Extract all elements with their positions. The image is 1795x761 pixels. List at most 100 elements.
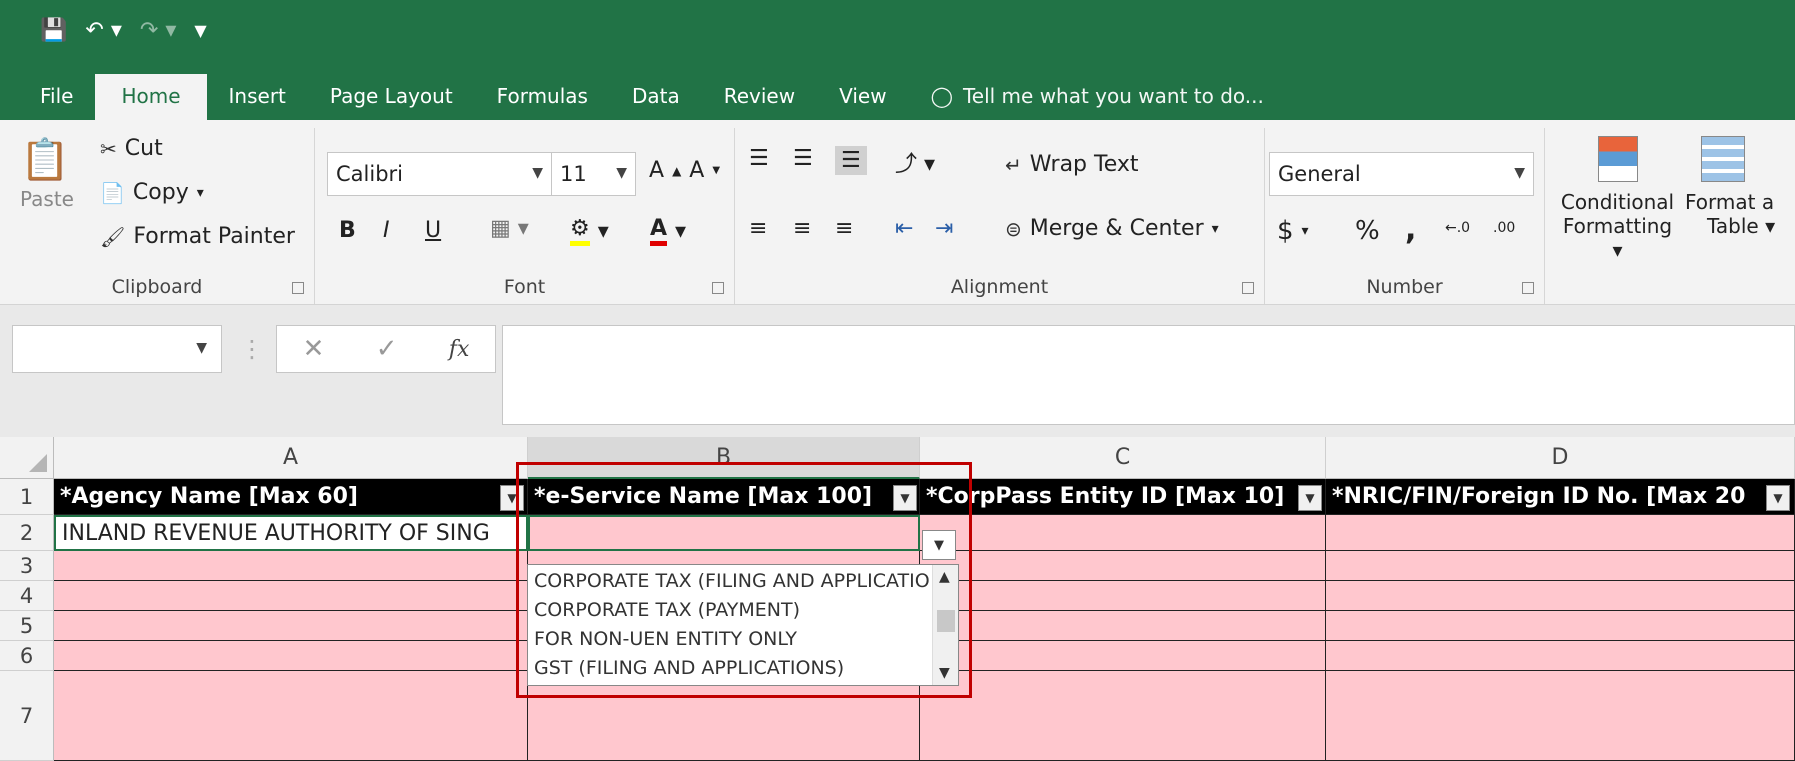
decrease-indent-icon[interactable]: ⇤: [895, 216, 913, 241]
font-size-buttons[interactable]: A ▲ A ▼: [649, 158, 720, 183]
highlight-callout-box: [516, 462, 972, 698]
percent-button[interactable]: %: [1355, 216, 1380, 246]
cancel-icon[interactable]: ✕: [303, 334, 325, 364]
cell-d2[interactable]: [1326, 515, 1795, 551]
comma-button[interactable]: ,: [1405, 212, 1416, 247]
cell-c5[interactable]: [920, 611, 1326, 641]
cell-c6[interactable]: [920, 641, 1326, 671]
formula-input[interactable]: [502, 325, 1795, 425]
underline-button[interactable]: U: [425, 218, 441, 243]
number-format-combo[interactable]: General ▼: [1269, 152, 1534, 196]
font-family-combo[interactable]: Calibri ▼: [327, 152, 552, 196]
tab-review[interactable]: Review: [702, 70, 817, 120]
tab-data[interactable]: Data: [610, 70, 702, 120]
align-middle-icon[interactable]: ☰: [793, 146, 813, 171]
italic-button[interactable]: I: [383, 218, 390, 243]
number-launcher-icon[interactable]: [1522, 282, 1534, 294]
cell-a6[interactable]: [54, 641, 528, 671]
decrease-decimal-icon[interactable]: .00: [1493, 220, 1515, 236]
paste-icon: 📋: [20, 137, 70, 183]
tab-formulas[interactable]: Formulas: [475, 70, 610, 120]
align-top-icon[interactable]: ☰: [749, 146, 769, 171]
undo-icon[interactable]: ↶ ▾: [85, 18, 121, 43]
column-header-a[interactable]: A: [54, 437, 528, 479]
tab-view[interactable]: View: [817, 70, 908, 120]
row-header-1[interactable]: 1: [0, 479, 54, 515]
merge-icon: ⊜: [1005, 216, 1022, 241]
conditional-formatting-icon: [1597, 136, 1638, 182]
row-header-5[interactable]: 5: [0, 611, 54, 641]
row-header-6[interactable]: 6: [0, 641, 54, 671]
filter-dropdown-icon[interactable]: ▼: [1298, 485, 1322, 511]
cell-a5[interactable]: [54, 611, 528, 641]
align-bottom-icon[interactable]: ☰: [835, 146, 867, 175]
filter-dropdown-icon[interactable]: ▼: [1766, 485, 1790, 511]
row-header-2[interactable]: 2: [0, 515, 54, 551]
copy-label: Copy: [132, 180, 189, 205]
wrap-text-button[interactable]: ↵ Wrap Text: [1005, 152, 1139, 177]
column-header-d[interactable]: D: [1326, 437, 1795, 479]
scissors-icon: ✂: [100, 136, 117, 161]
name-box[interactable]: ▼: [12, 325, 222, 373]
tell-me-box[interactable]: ◯ Tell me what you want to do...: [909, 70, 1286, 120]
formula-buttons: ✕ ✓ fx: [276, 325, 496, 373]
increase-decimal-icon[interactable]: ←.0: [1445, 220, 1470, 236]
cell-d7[interactable]: [1326, 671, 1795, 761]
align-right-icon[interactable]: ≡: [835, 216, 853, 241]
currency-button[interactable]: $ ▾: [1277, 216, 1309, 246]
cell-c3[interactable]: [920, 551, 1326, 581]
tab-file[interactable]: File: [0, 70, 95, 120]
tab-page-layout[interactable]: Page Layout: [308, 70, 475, 120]
cell-a3[interactable]: [54, 551, 528, 581]
insert-function-icon[interactable]: fx: [449, 337, 470, 362]
cell-a7[interactable]: [54, 671, 528, 761]
formula-bar-splitter[interactable]: ⋮: [240, 335, 264, 363]
bold-button[interactable]: B: [339, 218, 356, 243]
borders-icon[interactable]: ▦ ▾: [490, 216, 529, 241]
header-cell-d1[interactable]: *NRIC/FIN/Foreign ID No. [Max 20: [1326, 479, 1795, 515]
align-left-icon[interactable]: ≡: [749, 216, 767, 241]
font-size-combo[interactable]: 11 ▼: [551, 152, 636, 196]
increase-indent-icon[interactable]: ⇥: [935, 216, 953, 241]
save-icon[interactable]: 💾: [40, 18, 67, 43]
row-header-7[interactable]: 7: [0, 671, 54, 761]
clipboard-launcher-icon[interactable]: [292, 282, 304, 294]
cell-d5[interactable]: [1326, 611, 1795, 641]
customize-qat-icon[interactable]: ▼: [194, 21, 206, 40]
cell-a2[interactable]: INLAND REVENUE AUTHORITY OF SING: [54, 515, 528, 551]
row-header-3[interactable]: 3: [0, 551, 54, 581]
alignment-launcher-icon[interactable]: [1242, 282, 1254, 294]
conditional-formatting-button[interactable]: Conditional Formatting ▾: [1555, 136, 1680, 262]
fill-color-icon[interactable]: ⚙ ▾: [570, 216, 609, 246]
header-cell-a1[interactable]: *Agency Name [Max 60]: [54, 479, 528, 515]
format-as-table-button[interactable]: Format a Table ▾: [1685, 136, 1795, 238]
cut-label: Cut: [124, 136, 163, 161]
merge-center-button[interactable]: ⊜ Merge & Center ▾: [1005, 216, 1219, 241]
header-cell-c1[interactable]: *CorpPass Entity ID [Max 10]: [920, 479, 1326, 515]
cell-c4[interactable]: [920, 581, 1326, 611]
ribbon: 📋 Paste ✂ Cut 📄 Copy ▾ 🖌 Format Painter …: [0, 120, 1795, 305]
select-all-corner[interactable]: [0, 437, 54, 479]
tab-home[interactable]: Home: [95, 74, 207, 120]
font-color-icon[interactable]: A ▾: [650, 216, 686, 246]
column-header-c[interactable]: C: [920, 437, 1326, 479]
orientation-icon[interactable]: ⤴ ▾: [895, 146, 935, 178]
conditional-formatting-label-2: Formatting: [1562, 214, 1673, 238]
align-center-icon[interactable]: ≡: [793, 216, 811, 241]
cell-d6[interactable]: [1326, 641, 1795, 671]
cell-c7[interactable]: [920, 671, 1326, 761]
cell-d3[interactable]: [1326, 551, 1795, 581]
format-painter-label: Format Painter: [133, 224, 295, 249]
enter-icon[interactable]: ✓: [376, 334, 398, 364]
copy-button[interactable]: 📄 Copy ▾: [100, 180, 204, 205]
cell-d4[interactable]: [1326, 581, 1795, 611]
format-painter-button[interactable]: 🖌 Format Painter: [100, 224, 295, 249]
redo-icon[interactable]: ↷ ▾: [140, 18, 176, 43]
font-launcher-icon[interactable]: [712, 282, 724, 294]
cut-button[interactable]: ✂ Cut: [100, 136, 163, 161]
row-header-4[interactable]: 4: [0, 581, 54, 611]
paste-button[interactable]: 📋 Paste: [20, 136, 74, 211]
cell-c2[interactable]: [920, 515, 1326, 551]
tab-insert[interactable]: Insert: [207, 70, 308, 120]
cell-a4[interactable]: [54, 581, 528, 611]
